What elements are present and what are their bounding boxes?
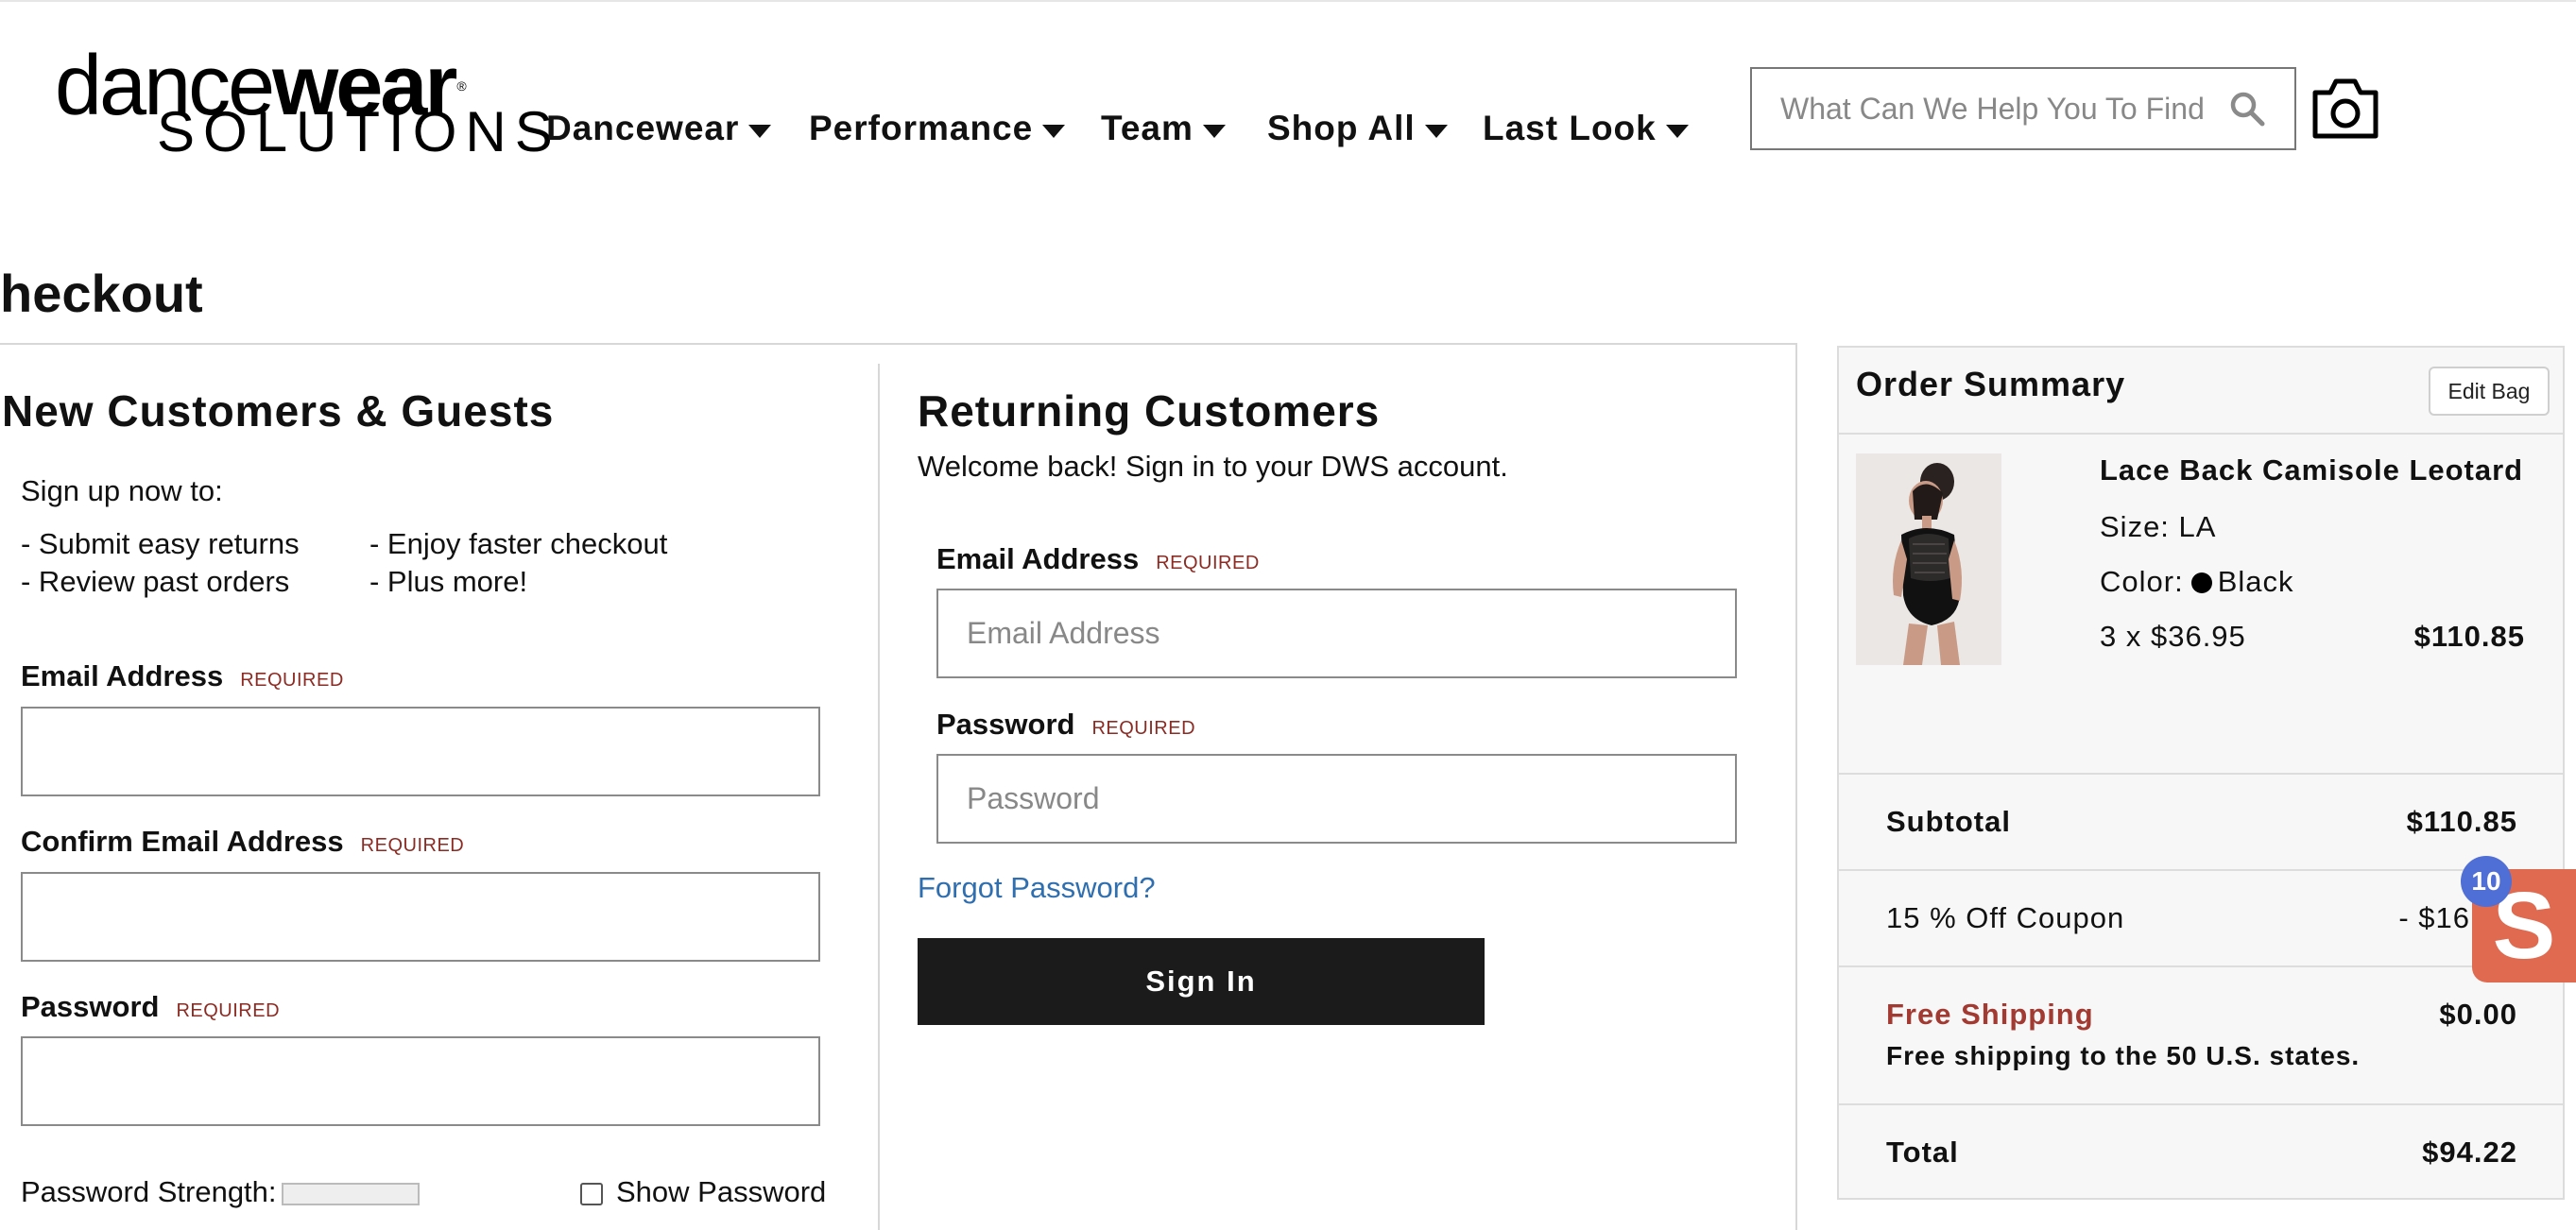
logo[interactable]: dancewear ® SOLUTIONS [55, 43, 553, 161]
camera-icon[interactable] [2310, 72, 2381, 144]
required-tag: REQUIRED [176, 1000, 281, 1021]
shipping-label: Free Shipping [1886, 998, 2094, 1031]
required-tag: REQUIRED [240, 670, 344, 691]
shipping-note: Free shipping to the 50 U.S. states. [1886, 1041, 2361, 1070]
divider [1839, 1103, 2563, 1105]
order-summary-title: Order Summary [1856, 365, 2126, 403]
required-tag: REQUIRED [1156, 553, 1260, 573]
signin-password-field[interactable] [936, 754, 1737, 844]
column-divider [878, 364, 880, 1230]
subtotal-value: $110.85 [2406, 805, 2517, 838]
required-tag: REQUIRED [1091, 718, 1196, 739]
shipping-value: $0.00 [2439, 998, 2517, 1031]
returning-customers-heading: Returning Customers [918, 386, 1381, 436]
label-text: Email Address [936, 542, 1140, 575]
color-swatch-icon [2190, 572, 2212, 593]
divider [0, 343, 1797, 345]
signup-intro: Sign up now to: [21, 474, 223, 507]
subtotal-label: Subtotal [1886, 805, 2011, 838]
welcome-text: Welcome back! Sign in to your DWS accoun… [918, 450, 1508, 483]
new-customers-heading: New Customers & Guests [2, 386, 555, 436]
divider [1839, 773, 2563, 775]
edit-bag-button[interactable]: Edit Bag [2429, 367, 2550, 416]
search-input[interactable] [1752, 69, 2219, 148]
product-image[interactable] [1856, 453, 2001, 665]
label-text: Confirm Email Address [21, 825, 344, 858]
nav-label: Team [1101, 109, 1194, 147]
confirm-email-label: Confirm Email Address REQUIRED [21, 825, 464, 859]
total-value: $94.22 [2422, 1136, 2517, 1169]
password-label: Password REQUIRED [21, 990, 280, 1024]
password-strength-label: Password Strength: [21, 1175, 277, 1208]
caret-down-icon [1424, 125, 1448, 138]
signin-email-field[interactable] [936, 589, 1737, 678]
nav-shop-all[interactable]: Shop All [1267, 102, 1448, 155]
label-text: Password [21, 990, 160, 1023]
top-border [0, 0, 2576, 2]
caret-down-icon [748, 125, 772, 138]
search-box [1750, 67, 2296, 150]
show-password-checkbox[interactable] [580, 1183, 603, 1205]
divider [1839, 965, 2563, 967]
email-label: Email Address REQUIRED [936, 542, 1260, 576]
required-tag: REQUIRED [360, 835, 465, 856]
nav-dancewear[interactable]: Dancewear [546, 102, 772, 155]
logo-subtitle: SOLUTIONS [157, 100, 561, 163]
color-label: Color: [2100, 565, 2184, 598]
nav-team[interactable]: Team [1101, 102, 1226, 155]
caret-down-icon [1042, 125, 1066, 138]
product-name[interactable]: Lace Back Camisole Leotard [2100, 453, 2523, 487]
new-email-field[interactable] [21, 707, 820, 796]
nav-last-look[interactable]: Last Look [1483, 102, 1689, 155]
show-password-label[interactable]: Show Password [616, 1175, 826, 1209]
logo-registered-mark: ® [456, 78, 466, 94]
total-label: Total [1886, 1136, 1959, 1169]
product-quantity-price: 3 x $36.95 [2100, 620, 2246, 653]
benefit-item: - Plus more! [369, 565, 528, 598]
nav-performance[interactable]: Performance [809, 102, 1066, 155]
label-text: Email Address [21, 659, 224, 692]
forgot-password-link[interactable]: Forgot Password? [918, 871, 1156, 905]
nav-label: Shop All [1267, 109, 1416, 147]
color-value: Black [2217, 565, 2294, 598]
divider [1839, 433, 2563, 435]
coupon-value: - $16 [2398, 901, 2470, 934]
page-title: heckout [0, 264, 203, 323]
product-line-total: $110.85 [2413, 620, 2525, 653]
search-icon[interactable] [2219, 80, 2275, 137]
benefit-item: - Submit easy returns [21, 527, 300, 560]
new-password-field[interactable] [21, 1036, 820, 1126]
product-size: Size: LA [2100, 510, 2217, 543]
benefit-item: - Enjoy faster checkout [369, 527, 668, 560]
nav-label: Last Look [1483, 109, 1657, 147]
benefit-item: - Review past orders [21, 565, 290, 598]
confirm-email-field[interactable] [21, 872, 820, 962]
password-strength-meter [282, 1183, 420, 1205]
divider [1839, 869, 2563, 871]
password-label: Password REQUIRED [936, 708, 1195, 742]
column-divider [1795, 343, 1797, 1230]
email-label: Email Address REQUIRED [21, 659, 344, 693]
product-color: Color: Black [2100, 565, 2294, 599]
sign-in-button[interactable]: Sign In [918, 938, 1485, 1025]
caret-down-icon [1665, 125, 1689, 138]
caret-down-icon [1202, 125, 1226, 138]
notification-badge: 10 [2461, 856, 2512, 907]
coupon-label: 15 % Off Coupon [1886, 901, 2125, 934]
nav-label: Performance [809, 109, 1034, 147]
nav-label: Dancewear [546, 109, 740, 147]
label-text: Password [936, 708, 1075, 741]
